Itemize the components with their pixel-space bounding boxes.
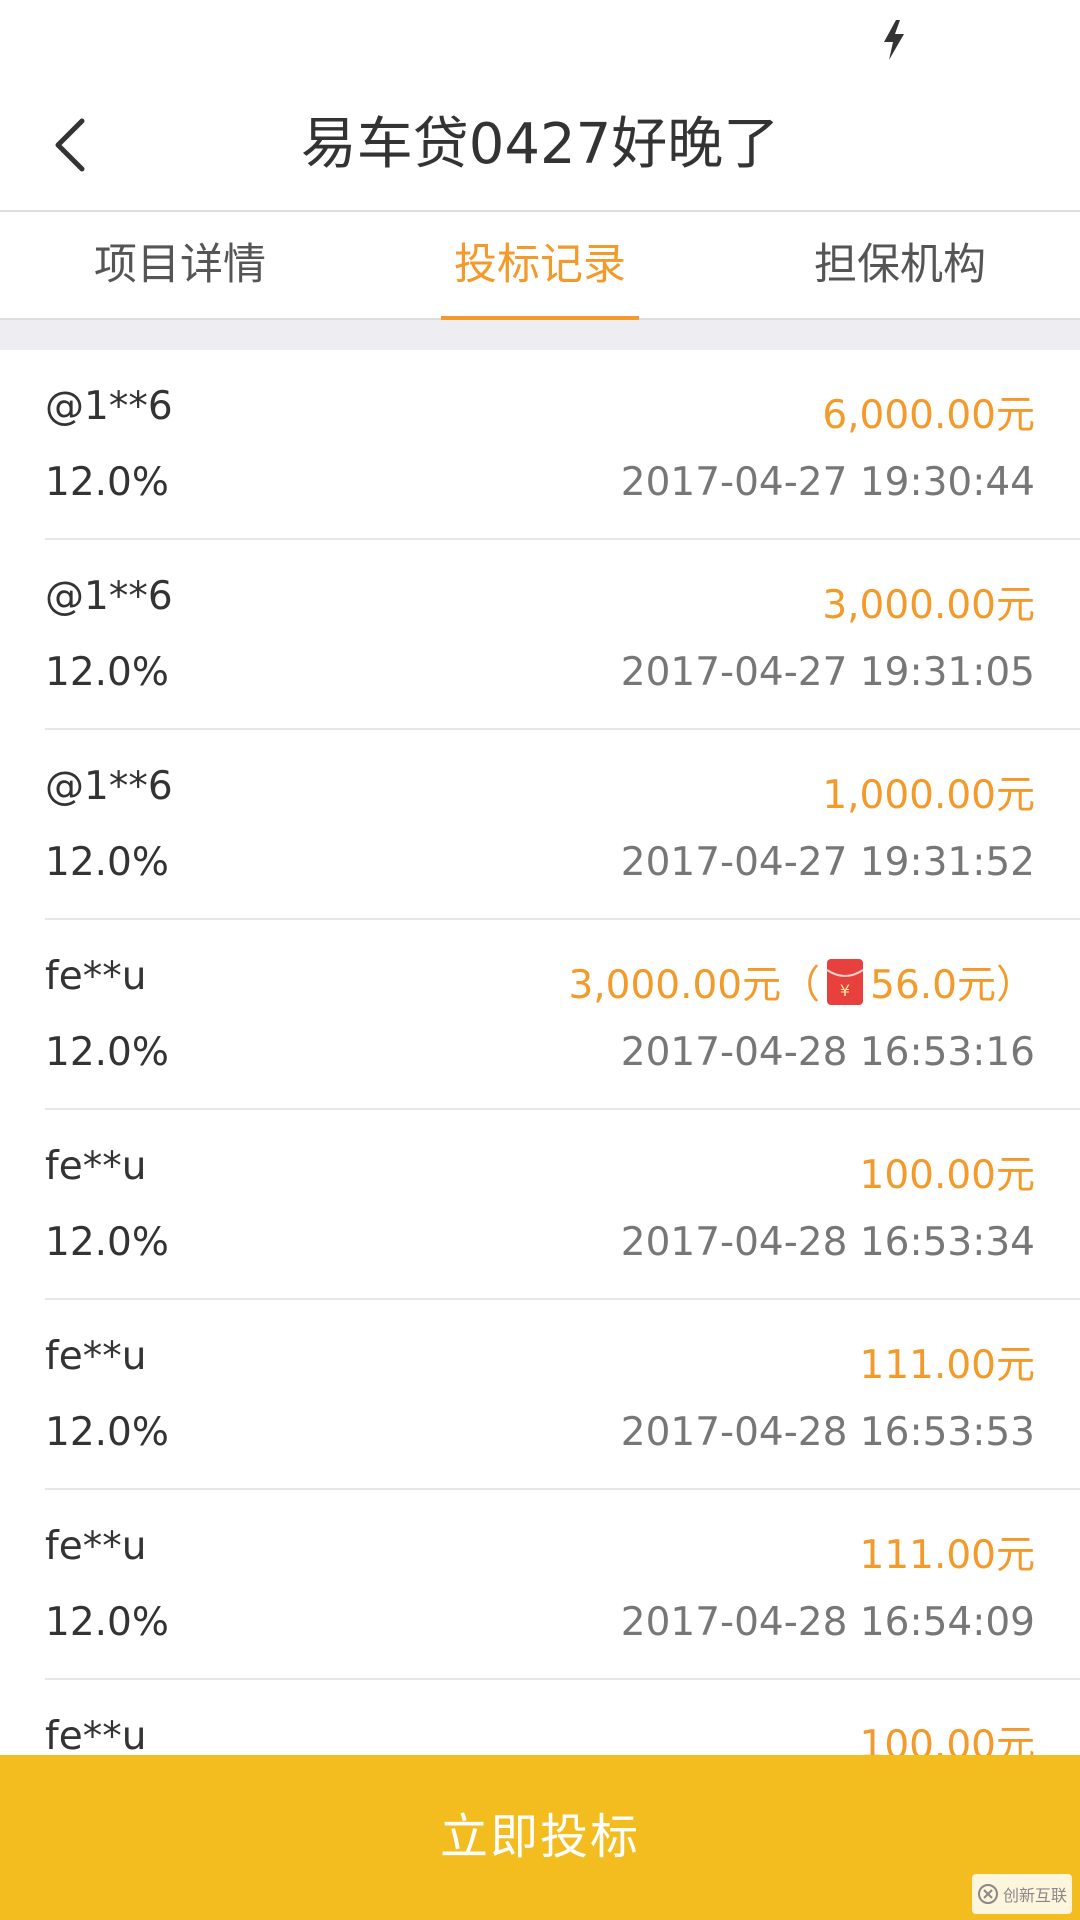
list-item: fe**u 111.00元 12.0% 2017-04-28 16:53:53 [0,1300,1080,1490]
tab-project-details[interactable]: 项目详情 [0,212,360,318]
bid-amount: 6,000.00元 [822,384,1035,440]
investor-name: fe**u [45,1334,147,1379]
bid-now-button[interactable]: 立即投标 [0,1755,1080,1920]
watermark-logo-icon [977,1884,998,1904]
bid-record-list[interactable]: @1**6 6,000.00元 12.0% 2017-04-27 19:30:4… [0,350,1080,1755]
bid-amount: 111.00元 [860,1334,1035,1390]
interest-rate: 12.0% [45,1410,169,1455]
bid-amount: 3,000.00元 [822,574,1035,630]
list-item: fe**u 111.00元 12.0% 2017-04-28 16:54:09 [0,1490,1080,1680]
bonus-close-paren: ） [995,963,1035,1008]
investor-name: fe**u [45,1144,147,1189]
svg-text:¥: ¥ [840,981,850,1000]
back-button[interactable] [30,105,110,185]
investor-name: @1**6 [45,574,173,619]
tab-bar: 项目详情 投标记录 担保机构 [0,212,1080,320]
bid-amount: 100.00元 [860,1144,1035,1200]
red-packet-icon: ¥ [826,959,864,1005]
investor-name: fe**u [45,954,147,999]
bid-amount: 1,000.00元 [822,764,1035,820]
list-item: @1**6 6,000.00元 12.0% 2017-04-27 19:30:4… [0,350,1080,540]
bid-time: 2017-04-28 16:53:16 [620,1030,1035,1075]
interest-rate: 12.0% [45,1220,169,1265]
section-divider [0,320,1080,350]
bid-time: 2017-04-28 16:54:09 [620,1600,1035,1645]
investor-name: @1**6 [45,384,173,429]
list-item: fe**u 3,000.00元 （ ¥ 56.0元 ） 12.0% 2017-0… [0,920,1080,1110]
amount-text: 6,000.00元 [822,393,1035,438]
bid-time: 2017-04-27 19:31:52 [620,840,1035,885]
bonus-open-paren: （ [781,963,821,1008]
bid-time: 2017-04-28 16:53:34 [620,1220,1035,1265]
bid-time: 2017-04-27 19:30:44 [620,460,1035,505]
amount-text: 111.00元 [859,1533,1035,1578]
bid-time: 2017-04-27 19:31:05 [620,650,1035,695]
tab-guarantee-agency[interactable]: 担保机构 [720,212,1080,318]
status-bar [0,0,1080,80]
investor-name: fe**u [45,1714,147,1755]
interest-rate: 12.0% [45,650,169,695]
bid-time: 2017-04-28 16:53:53 [620,1410,1035,1455]
list-item: @1**6 3,000.00元 12.0% 2017-04-27 19:31:0… [0,540,1080,730]
bonus-amount: 56.0元 [870,963,996,1008]
header: 易车贷0427好晚了 [0,80,1080,212]
amount-text: 3,000.00元 [568,963,782,1008]
interest-rate: 12.0% [45,1030,169,1075]
amount-text: 100.00元 [859,1153,1035,1198]
bid-amount: 100.00元 [860,1714,1035,1755]
watermark: 创新互联 [972,1874,1072,1914]
amount-text: 111.00元 [859,1343,1035,1388]
amount-text: 1,000.00元 [822,773,1035,818]
list-item: @1**6 1,000.00元 12.0% 2017-04-27 19:31:5… [0,730,1080,920]
page-title: 易车贷0427好晚了 [300,112,780,177]
list-item: fe**u 100.00元 12.0% 2017-04-28 16:53:34 [0,1110,1080,1300]
bid-amount: 3,000.00元 （ ¥ 56.0元 ） [568,954,1035,1010]
bid-amount: 111.00元 [860,1524,1035,1580]
watermark-text: 创新互联 [1002,1886,1067,1905]
interest-rate: 12.0% [45,460,169,505]
tab-bid-records[interactable]: 投标记录 [360,212,720,318]
amount-text: 3,000.00元 [822,583,1035,628]
amount-text: 100.00元 [859,1723,1035,1755]
investor-name: fe**u [45,1524,147,1569]
chevron-left-icon [55,118,85,172]
interest-rate: 12.0% [45,1600,169,1645]
list-item: fe**u 100.00元 [0,1680,1080,1755]
interest-rate: 12.0% [45,840,169,885]
investor-name: @1**6 [45,764,173,809]
flash-icon [884,20,904,60]
